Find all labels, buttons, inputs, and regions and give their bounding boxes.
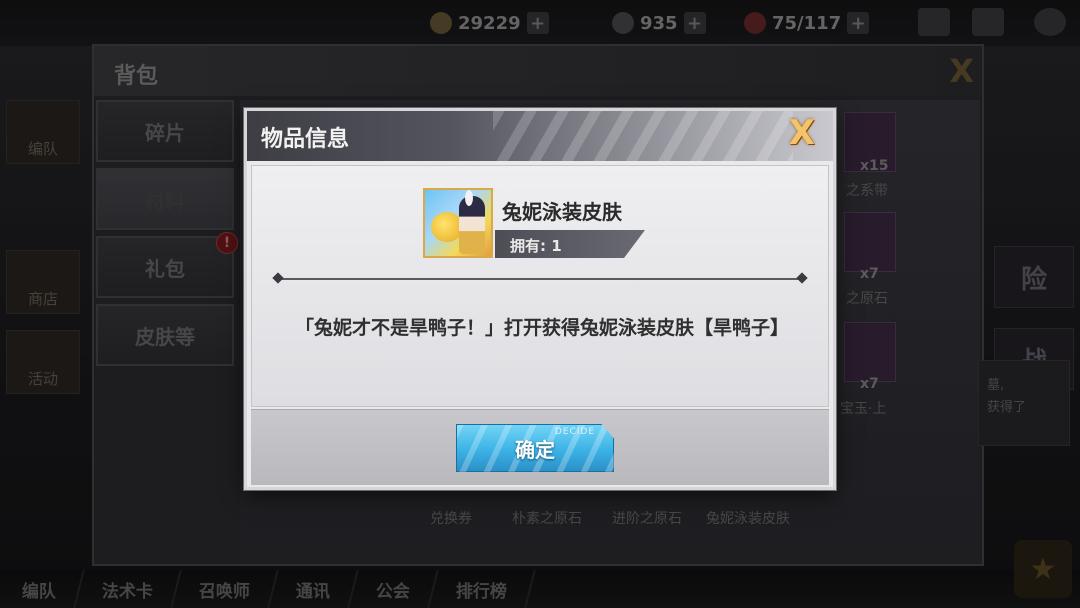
divider: [280, 278, 800, 280]
dialog-title: 物品信息: [261, 127, 350, 152]
confirm-button[interactable]: DECIDE 确定: [456, 424, 614, 472]
item-description: 「兔妮才不是旱鸭子！」打开获得兔妮泳装皮肤【旱鸭子】: [294, 317, 789, 339]
header-decoration: [493, 111, 793, 161]
skin-thumbnail-icon: [423, 188, 493, 258]
dialog-footer: DECIDE 确定: [251, 409, 829, 485]
dialog-close-button[interactable]: X: [789, 113, 815, 153]
dialog-header: 物品信息 X: [247, 111, 833, 161]
dialog-body: 兔妮泳装皮肤 拥有: 1 「兔妮才不是旱鸭子！」打开获得兔妮泳装皮肤【旱鸭子】: [251, 165, 829, 407]
confirm-label: 确定: [515, 437, 555, 462]
item-name: 兔妮泳装皮肤: [502, 200, 622, 224]
decide-tag: DECIDE: [554, 427, 595, 437]
bunny-ear: [465, 190, 473, 206]
character-figure: [459, 196, 485, 254]
item-info-dialog: 物品信息 X 兔妮泳装皮肤 拥有: 1 「兔妮才不是旱鸭子！」打开获得兔妮泳装皮…: [244, 108, 836, 490]
owned-count: 拥有: 1: [510, 237, 562, 255]
